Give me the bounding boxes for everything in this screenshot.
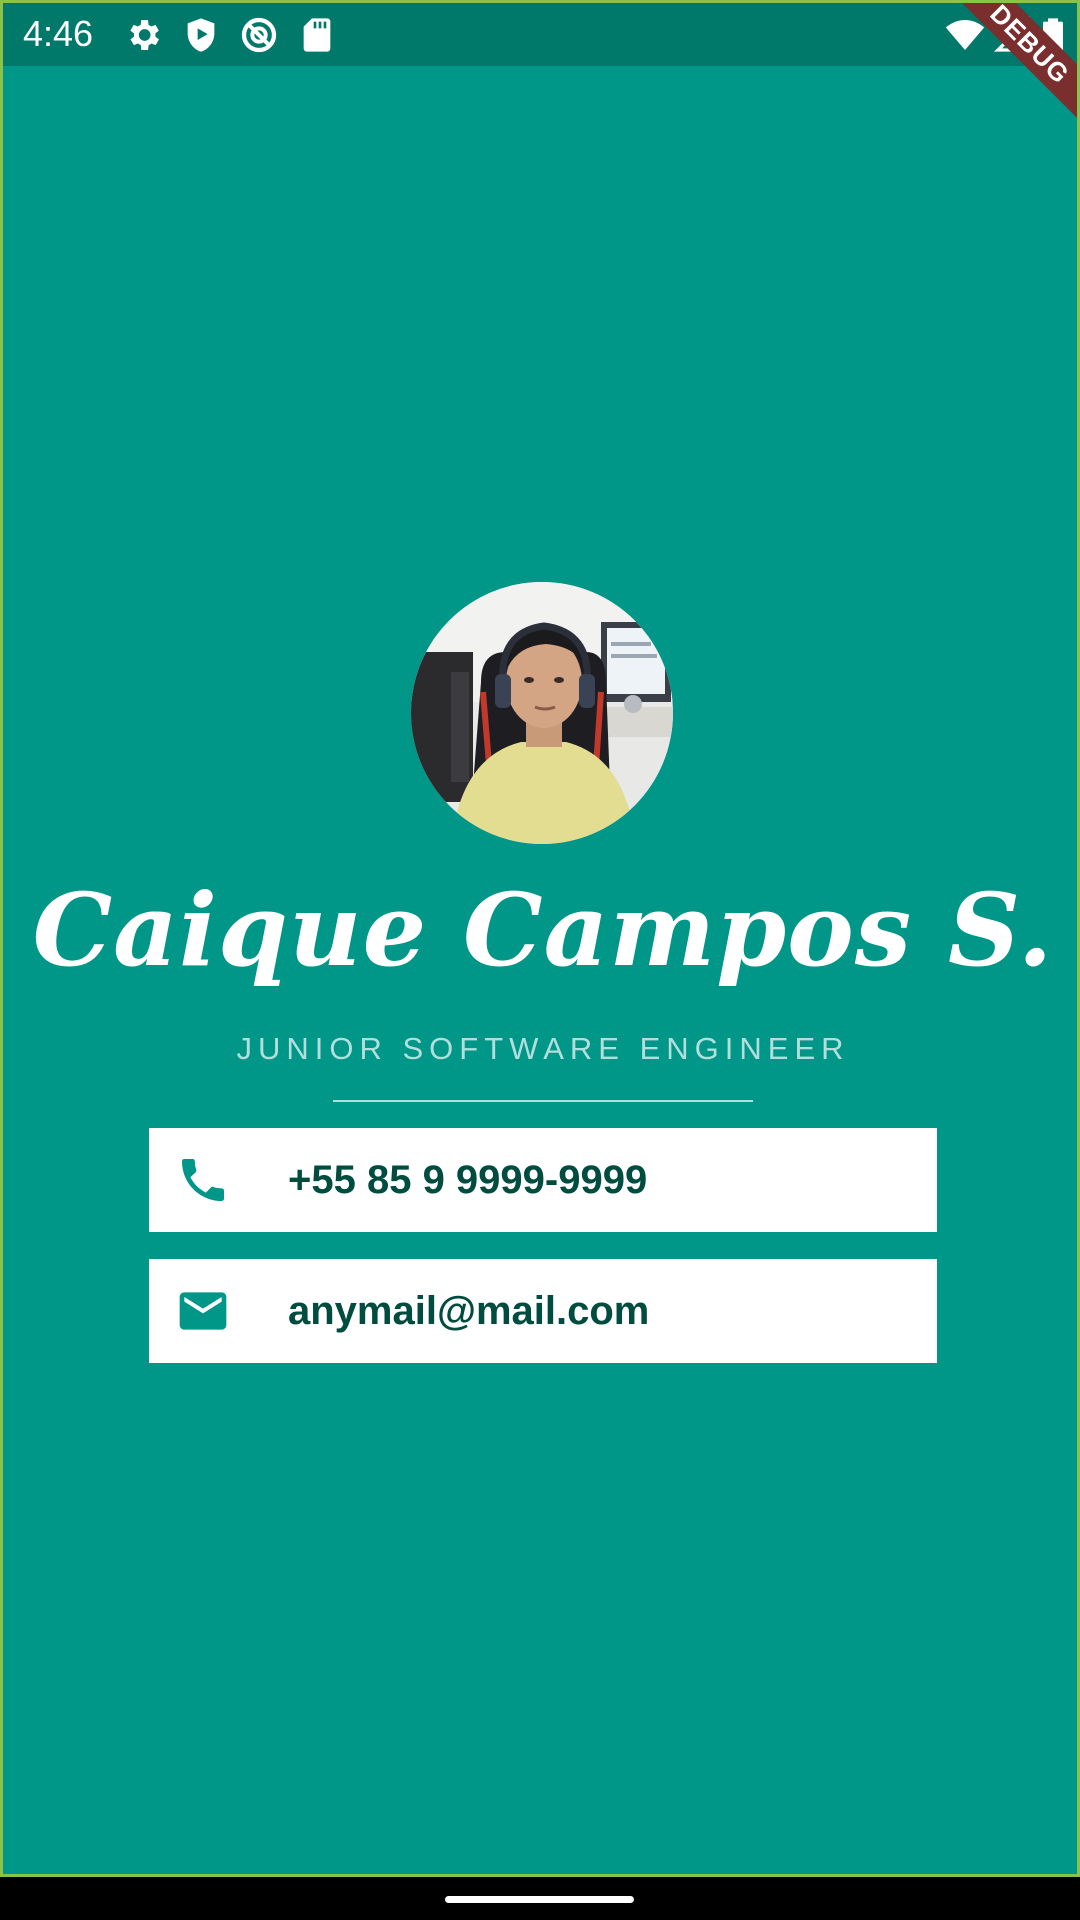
status-bar: 4:46 [3, 3, 1077, 66]
status-time: 4:46 [23, 13, 94, 54]
sd-card-icon [303, 18, 331, 52]
app-screen: 4:46 DEBUG Caique Campos S. JUNIOR SOFTW… [0, 0, 1080, 1877]
profile-name: Caique Campos S. [32, 871, 1054, 989]
email-card[interactable]: anymail@mail.com [149, 1259, 937, 1363]
avatar-photo [411, 582, 673, 844]
mail-icon [179, 1292, 227, 1330]
gear-icon [130, 20, 159, 50]
navigation-handle[interactable] [445, 1896, 634, 1903]
play-protect-icon [187, 18, 215, 52]
email-address: anymail@mail.com [288, 1289, 650, 1333]
phone-number: +55 85 9 9999-9999 [288, 1158, 648, 1202]
phone-card[interactable]: +55 85 9 9999-9999 [149, 1128, 937, 1232]
sync-icon [241, 17, 277, 53]
avatar [411, 582, 673, 844]
wifi-icon [945, 20, 985, 50]
profile-role: JUNIOR SOFTWARE ENGINEER [236, 1031, 850, 1066]
phone-icon [182, 1159, 224, 1201]
divider [333, 1100, 753, 1102]
